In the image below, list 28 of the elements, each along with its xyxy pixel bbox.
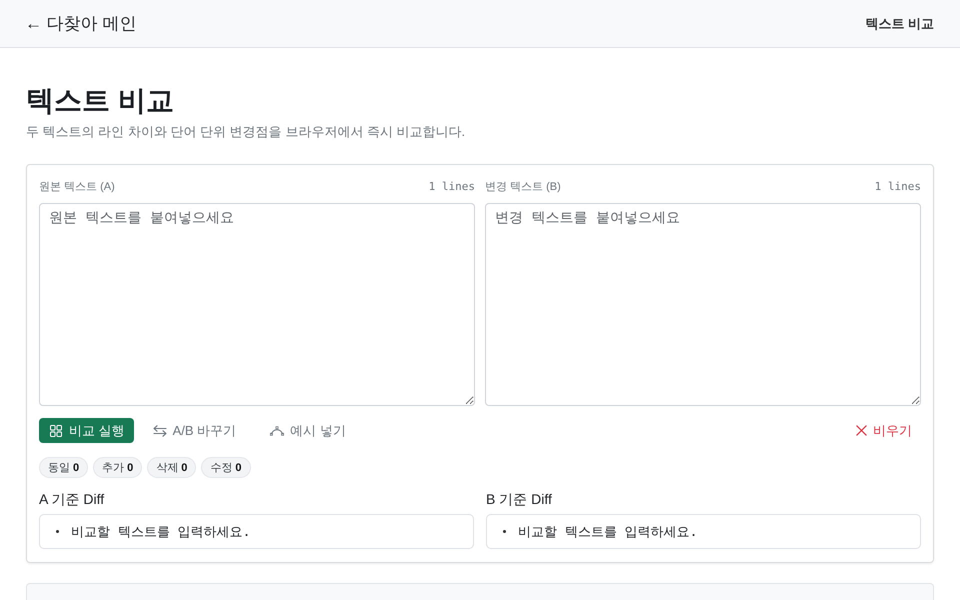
page-title: 텍스트 비교 [26,84,175,118]
curve-icon [270,424,284,436]
diff-message: 비교할 텍스트를 입력하세요. [71,524,250,540]
editor-label: 변경 텍스트 (B) [485,180,561,194]
swap-button[interactable]: A/B 바꾸기 [144,418,246,443]
compare-button[interactable]: 비교 실행 [39,418,134,443]
current-page-label: 텍스트 비교 [865,14,934,32]
line-count: 1 lines [428,180,475,192]
line-count: 1 lines [874,180,921,192]
clear-button[interactable]: 비우기 [847,418,921,443]
swap-arrows-icon [152,424,167,436]
bullet-icon [503,530,506,533]
stat-chip: 추가 0 [93,457,142,478]
grid-icon [49,424,63,436]
stat-chip: 동일 0 [39,457,88,478]
diff-message: 비교할 텍스트를 입력하세요. [518,524,698,540]
page-subtitle: 두 텍스트의 라인 차이와 단어 단위 변경점을 브라우저에서 즉시 비교합니다. [26,123,466,141]
diff-title: A 기준 Diff [39,490,106,508]
stat-chip: 수정 0 [201,457,250,478]
bullet-icon [56,530,59,533]
editor-label: 원본 텍스트 (A) [39,180,115,194]
stat-chip: 삭제 0 [147,457,196,478]
text-input-field[interactable]: 변경 텍스트를 붙여넣으세요 [485,203,921,406]
close-icon [856,425,867,436]
sample-button[interactable]: 예시 넣기 [261,418,355,443]
text-input-field[interactable]: 원본 텍스트를 붙여넣으세요 [39,203,475,406]
back-link[interactable]: ← 다찾아 메인 [25,12,136,35]
diff-title: B 기준 Diff [486,490,553,508]
